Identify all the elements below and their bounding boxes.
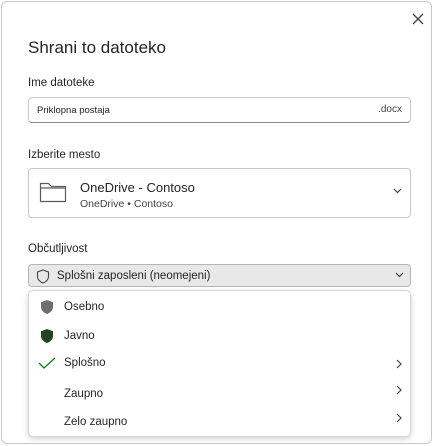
sensitivity-menu: Osebno Javno Splošno Zaupno Zelo zaupno (28, 290, 411, 437)
menu-item-label: Osebno (64, 301, 105, 313)
save-dialog: Shrani to datoteko Ime datoteke Priklopn… (1, 1, 432, 444)
checkmark-icon (38, 357, 56, 369)
dialog-title: Shrani to datoteko (28, 38, 166, 57)
location-label: Izberite mesto (28, 149, 101, 161)
location-picker[interactable]: OneDrive - Contoso OneDrive • Contoso (28, 168, 411, 218)
shield-green-icon (41, 329, 53, 343)
chevron-down-icon (395, 272, 404, 278)
filename-value: Priklopna postaja (37, 105, 110, 116)
sensitivity-label: Občutljivost (28, 243, 88, 255)
menu-item-osebno[interactable]: Osebno (29, 295, 410, 321)
chevron-right-icon (396, 413, 402, 423)
menu-item-label: Zelo zaupno (64, 416, 128, 428)
menu-item-splosno[interactable]: Splošno (29, 351, 410, 377)
filename-extension: .docx (378, 104, 402, 115)
shield-outline-icon (36, 269, 50, 284)
chevron-down-icon (393, 188, 402, 194)
menu-item-zelo-zaupno[interactable]: Zelo zaupno (29, 410, 410, 436)
filename-input[interactable]: Priklopna postaja .docx (28, 97, 411, 123)
menu-item-label: Javno (64, 330, 95, 342)
filename-label: Ime datoteke (28, 77, 95, 89)
chevron-right-icon (396, 359, 402, 369)
folder-icon (39, 182, 67, 203)
shield-gray-icon (41, 300, 53, 314)
location-name: OneDrive - Contoso (80, 180, 195, 195)
close-icon (412, 13, 424, 25)
menu-item-label: Zaupno (64, 388, 104, 400)
chevron-right-icon (396, 385, 402, 395)
menu-item-zaupno[interactable]: Zaupno (29, 382, 410, 408)
sensitivity-selected: Splošni zaposleni (neomejeni) (57, 270, 211, 282)
sensitivity-dropdown[interactable]: Splošni zaposleni (neomejeni) (28, 264, 411, 287)
location-subtitle: OneDrive • Contoso (80, 198, 173, 210)
menu-item-javno[interactable]: Javno (29, 324, 410, 350)
close-button[interactable] (407, 8, 429, 30)
menu-item-label: Splošno (64, 357, 106, 369)
